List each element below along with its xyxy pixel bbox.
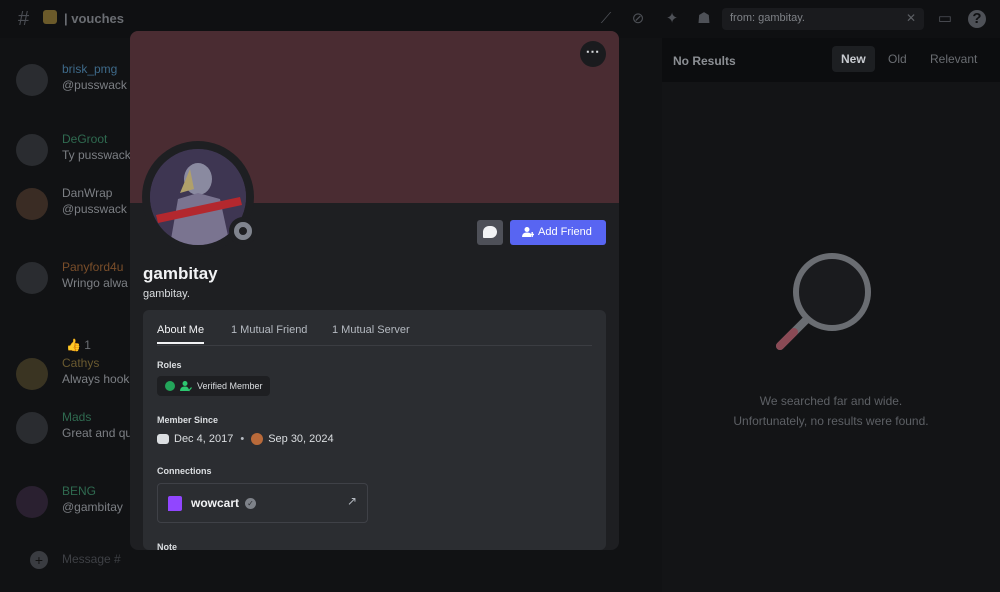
attach-plus-icon[interactable]: +: [30, 551, 48, 569]
clear-search-icon[interactable]: ✕: [906, 11, 916, 25]
message-author[interactable]: Panyford4u: [62, 260, 123, 274]
search-query: from: gambitay.: [730, 12, 805, 24]
add-friend-button[interactable]: Add Friend: [510, 220, 606, 245]
tab-mutual-friends[interactable]: 1 Mutual Friend: [231, 324, 307, 336]
avatar[interactable]: [16, 262, 48, 294]
message-text: @pusswack: [62, 78, 127, 92]
pin-icon[interactable]: ✦: [663, 10, 681, 28]
discord-logo-icon: [157, 434, 169, 444]
sort-tab-new[interactable]: New: [832, 46, 875, 72]
tab-about-me[interactable]: About Me: [157, 324, 205, 344]
roles-title: Roles: [157, 360, 182, 370]
message-author[interactable]: DeGroot: [62, 132, 107, 146]
empty-message-line-1: We searched far and wide.: [759, 394, 903, 408]
message-text: @gambitay: [62, 500, 123, 514]
connections-title: Connections: [157, 466, 212, 476]
profile-details-card: About Me 1 Mutual Friend 1 Mutual Server…: [143, 310, 606, 550]
results-status: No Results: [673, 54, 736, 68]
server-join-date: Sep 30, 2024: [268, 433, 334, 445]
magnifier-empty-icon: [776, 253, 871, 350]
external-link-icon[interactable]: ↗: [347, 494, 357, 508]
message-author[interactable]: Cathys: [62, 356, 99, 370]
message-text: @pusswack: [62, 202, 127, 216]
avatar[interactable]: [16, 64, 48, 96]
offline-status-icon: [229, 217, 257, 245]
chat-bubble-icon: [483, 226, 497, 238]
profile-tabs: About Me 1 Mutual Friend 1 Mutual Server: [157, 310, 592, 346]
user-profile-modal: ⋯ Add Friend gambitay gambitay. About Me…: [130, 31, 619, 550]
composer-placeholder: Message #: [62, 552, 121, 566]
avatar[interactable]: [16, 188, 48, 220]
avatar[interactable]: [16, 412, 48, 444]
add-friend-icon: [522, 227, 534, 237]
avatar[interactable]: [16, 486, 48, 518]
message-author[interactable]: DanWrap: [62, 186, 112, 200]
discord-join-date: Dec 4, 2017: [174, 433, 234, 445]
role-person-icon: [180, 381, 192, 392]
mute-bell-icon[interactable]: ⊘: [629, 10, 647, 28]
message-author[interactable]: BENG: [62, 484, 96, 498]
message-text: Ty pusswack: [62, 148, 131, 162]
twitch-connection[interactable]: wowcart ✓ ↗: [157, 483, 368, 523]
inbox-icon[interactable]: ▭: [936, 10, 954, 28]
avatar[interactable]: [16, 134, 48, 166]
send-message-button[interactable]: [477, 220, 503, 245]
member-since-row: Dec 4, 2017 • Sep 30, 2024: [157, 433, 334, 445]
role-badge[interactable]: Verified Member: [157, 376, 270, 396]
search-results-panel: No Results New Old Relevant We searched …: [662, 38, 1000, 592]
verified-check-icon: ✓: [245, 498, 256, 509]
role-color-dot: [165, 381, 175, 391]
role-label: Verified Member: [197, 381, 263, 391]
username[interactable]: gambitay.: [143, 288, 190, 300]
help-icon[interactable]: ?: [968, 10, 986, 28]
server-icon: [251, 433, 264, 445]
member-since-title: Member Since: [157, 415, 219, 425]
avatar[interactable]: [16, 358, 48, 390]
message-text: Wringo alwa: [62, 276, 128, 290]
empty-message-line-2: Unfortunately, no results were found.: [733, 414, 929, 428]
reaction-thumbs-up[interactable]: 👍 1: [66, 338, 91, 352]
search-input[interactable]: from: gambitay. ✕: [722, 8, 924, 30]
note-title: Note: [157, 542, 177, 550]
threads-icon[interactable]: ⟋: [597, 10, 615, 28]
message-author[interactable]: Mads: [62, 410, 91, 424]
more-options-button[interactable]: ⋯: [580, 41, 606, 67]
results-header: No Results New Old Relevant: [662, 38, 1000, 82]
channel-hash-icon: #: [18, 8, 30, 30]
add-friend-label: Add Friend: [538, 226, 592, 238]
members-icon[interactable]: ☗: [695, 10, 713, 28]
display-name: gambitay: [143, 264, 218, 283]
profile-avatar-container: [142, 141, 257, 253]
connection-name: wowcart: [191, 496, 240, 510]
channel-name: | vouches: [64, 11, 124, 26]
tab-mutual-servers[interactable]: 1 Mutual Server: [332, 324, 410, 336]
message-author[interactable]: brisk_pmg: [62, 62, 117, 76]
channel-emoji-icon: [43, 10, 57, 24]
twitch-icon: [168, 496, 182, 511]
sort-tab-old[interactable]: Old: [879, 46, 916, 72]
message-text: Great and qu: [62, 426, 133, 440]
message-text: Always hook: [62, 372, 130, 386]
sort-tab-relevant[interactable]: Relevant: [921, 46, 986, 72]
separator-dot: •: [240, 433, 245, 445]
